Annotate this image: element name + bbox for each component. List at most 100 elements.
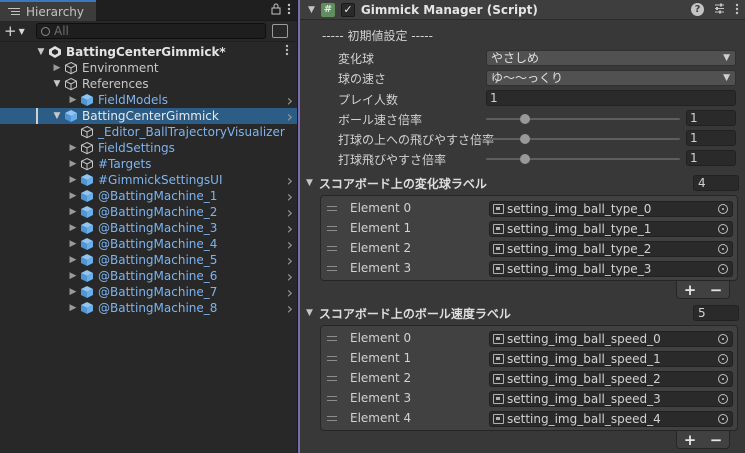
list1-header[interactable]: ▼ スコアボード上の変化球ラベル xyxy=(306,175,487,191)
scene-visibility-icon[interactable] xyxy=(272,24,288,38)
expand-arrow-right-icon[interactable]: ▶ xyxy=(50,63,64,73)
drag-handle-icon[interactable] xyxy=(327,206,337,211)
drag-handle-icon[interactable] xyxy=(327,416,337,421)
lock-icon[interactable] xyxy=(271,3,281,18)
ballspeed-slider-thumb[interactable] xyxy=(519,114,530,124)
sprite-object-field[interactable]: setting_img_ball_speed_1 xyxy=(489,351,733,367)
list1-size-field[interactable]: 4 xyxy=(693,175,739,191)
hierarchy-item[interactable]: ▼ BattingCenterGimmick* xyxy=(0,44,297,60)
hierarchy-item[interactable]: ▶ @BattingMachine_1 › xyxy=(0,187,297,206)
expand-arrow-right-icon[interactable]: ▶ xyxy=(66,95,80,105)
object-picker-icon[interactable] xyxy=(718,244,728,254)
list1-remove-button[interactable]: − xyxy=(710,281,723,299)
presets-icon[interactable] xyxy=(714,3,725,18)
expand-arrow-right-icon[interactable]: ▶ xyxy=(66,255,80,265)
sprite-object-field[interactable]: setting_img_ball_speed_4 xyxy=(489,411,733,427)
players-field[interactable]: 1 xyxy=(486,90,736,106)
speed-dropdown[interactable]: ゆ～～っくり ▼ xyxy=(486,70,736,86)
search-input[interactable] xyxy=(54,24,244,38)
sprite-object-field[interactable]: setting_img_ball_type_1 xyxy=(489,221,733,237)
fly-slider-track[interactable] xyxy=(486,158,680,160)
sprite-object-field[interactable]: setting_img_ball_type_0 xyxy=(489,201,733,217)
sprite-object-field[interactable]: setting_img_ball_speed_2 xyxy=(489,371,733,387)
component-header[interactable]: ▼ # ✓ Gimmick Manager (Script) ? xyxy=(300,0,745,20)
hierarchy-item[interactable]: ▶ @BattingMachine_2 › xyxy=(0,203,297,222)
hierarchy-item-selected[interactable]: ▼ BattingCenterGimmick › xyxy=(0,107,297,126)
object-picker-icon[interactable] xyxy=(718,204,728,214)
drag-handle-icon[interactable] xyxy=(327,226,337,231)
foldout-arrow-icon[interactable]: ▼ xyxy=(308,5,315,15)
drag-handle-icon[interactable] xyxy=(327,356,337,361)
object-picker-icon[interactable] xyxy=(718,264,728,274)
hierarchy-item[interactable]: ▶ @BattingMachine_3 › xyxy=(0,219,297,238)
hierarchy-item[interactable]: ▶ #Targets xyxy=(0,156,297,172)
object-picker-icon[interactable] xyxy=(718,374,728,384)
fly-slider-thumb[interactable] xyxy=(519,154,530,164)
object-picker-icon[interactable] xyxy=(718,354,728,364)
rise-field[interactable]: 1 xyxy=(686,130,736,146)
hierarchy-item[interactable]: ▶ @BattingMachine_4 › xyxy=(0,235,297,254)
hierarchy-item[interactable]: ▶ Environment xyxy=(0,60,297,76)
list2-add-button[interactable]: + xyxy=(684,431,697,449)
expand-arrow-down-icon[interactable]: ▼ xyxy=(50,111,64,121)
expand-arrow-right-icon[interactable]: ▶ xyxy=(66,303,80,313)
foldout-arrow-icon[interactable]: ▼ xyxy=(306,308,313,318)
hierarchy-item[interactable]: ▶ @BattingMachine_5 › xyxy=(0,251,297,270)
expand-arrow-right-icon[interactable]: ▶ xyxy=(66,239,80,249)
drag-handle-icon[interactable] xyxy=(327,396,337,401)
hierarchy-item[interactable]: ▶ @BattingMachine_7 › xyxy=(0,283,297,302)
list1-add-button[interactable]: + xyxy=(684,281,697,299)
drag-handle-icon[interactable] xyxy=(327,246,337,251)
scene-menu-icon[interactable] xyxy=(285,44,289,60)
object-picker-icon[interactable] xyxy=(718,394,728,404)
open-prefab-chevron-icon[interactable]: › xyxy=(287,299,293,318)
ballspeed-field[interactable]: 1 xyxy=(686,110,736,126)
hierarchy-item[interactable]: ▶ @BattingMachine_8 › xyxy=(0,299,297,318)
expand-arrow-right-icon[interactable]: ▶ xyxy=(66,271,80,281)
list-icon xyxy=(8,7,20,17)
hierarchy-item[interactable]: ▶ FieldSettings xyxy=(0,140,297,156)
hierarchy-item[interactable]: ▶ FieldModels › xyxy=(0,91,297,110)
list2-size-field[interactable]: 5 xyxy=(693,305,739,321)
object-picker-icon[interactable] xyxy=(718,334,728,344)
add-object-button[interactable]: + ▼ xyxy=(4,22,36,40)
hierarchy-item[interactable]: ▼ References xyxy=(0,76,297,92)
sprite-object-field[interactable]: setting_img_ball_speed_0 xyxy=(489,331,733,347)
object-picker-icon[interactable] xyxy=(718,224,728,234)
tab-menu-icon[interactable] xyxy=(287,3,291,18)
drag-handle-icon[interactable] xyxy=(327,336,337,341)
expand-arrow-right-icon[interactable]: ▶ xyxy=(66,223,80,233)
component-enabled-checkbox[interactable]: ✓ xyxy=(340,2,355,17)
expand-arrow-down-icon[interactable]: ▼ xyxy=(50,79,64,89)
tab-hierarchy[interactable]: Hierarchy xyxy=(0,0,96,21)
drag-handle-icon[interactable] xyxy=(327,376,337,381)
fly-field[interactable]: 1 xyxy=(686,150,736,166)
expand-arrow-right-icon[interactable]: ▶ xyxy=(66,143,80,153)
ballspeed-slider-track[interactable] xyxy=(486,118,680,120)
hierarchy-item[interactable]: ▶ @BattingMachine_6 › xyxy=(0,267,297,286)
henka-dropdown[interactable]: やさしめ ▼ xyxy=(486,50,736,66)
hierarchy-item[interactable]: ▶ #GimmickSettingsUI › xyxy=(0,171,297,190)
rise-slider-track[interactable] xyxy=(486,138,680,140)
sprite-object-field[interactable]: setting_img_ball_speed_3 xyxy=(489,391,733,407)
component-menu-icon[interactable] xyxy=(735,3,739,18)
hierarchy-search[interactable] xyxy=(36,23,266,39)
expand-arrow-right-icon[interactable]: ▶ xyxy=(66,287,80,297)
sprite-object-field[interactable]: setting_img_ball_type_3 xyxy=(489,261,733,277)
help-icon[interactable]: ? xyxy=(691,3,704,16)
drag-handle-icon[interactable] xyxy=(327,266,337,271)
expand-arrow-down-icon[interactable]: ▼ xyxy=(34,47,48,57)
sprite-object-field[interactable]: setting_img_ball_type_2 xyxy=(489,241,733,257)
expand-arrow-right-icon[interactable]: ▶ xyxy=(66,159,80,169)
object-picker-icon[interactable] xyxy=(718,414,728,424)
list2-remove-button[interactable]: − xyxy=(710,431,723,449)
expand-arrow-right-icon[interactable]: ▶ xyxy=(66,207,80,217)
expand-arrow-right-icon[interactable]: ▶ xyxy=(66,191,80,201)
rise-slider-thumb[interactable] xyxy=(519,134,530,144)
foldout-arrow-icon[interactable]: ▼ xyxy=(306,178,313,188)
hierarchy-tabbar: Hierarchy xyxy=(0,0,297,21)
hierarchy-item[interactable]: _Editor_BallTrajectoryVisualizer xyxy=(0,124,297,140)
list2-header[interactable]: ▼ スコアボード上のボール速度ラベル xyxy=(306,305,511,321)
open-prefab-chevron-icon[interactable]: › xyxy=(287,107,293,126)
expand-arrow-right-icon[interactable]: ▶ xyxy=(66,175,80,185)
